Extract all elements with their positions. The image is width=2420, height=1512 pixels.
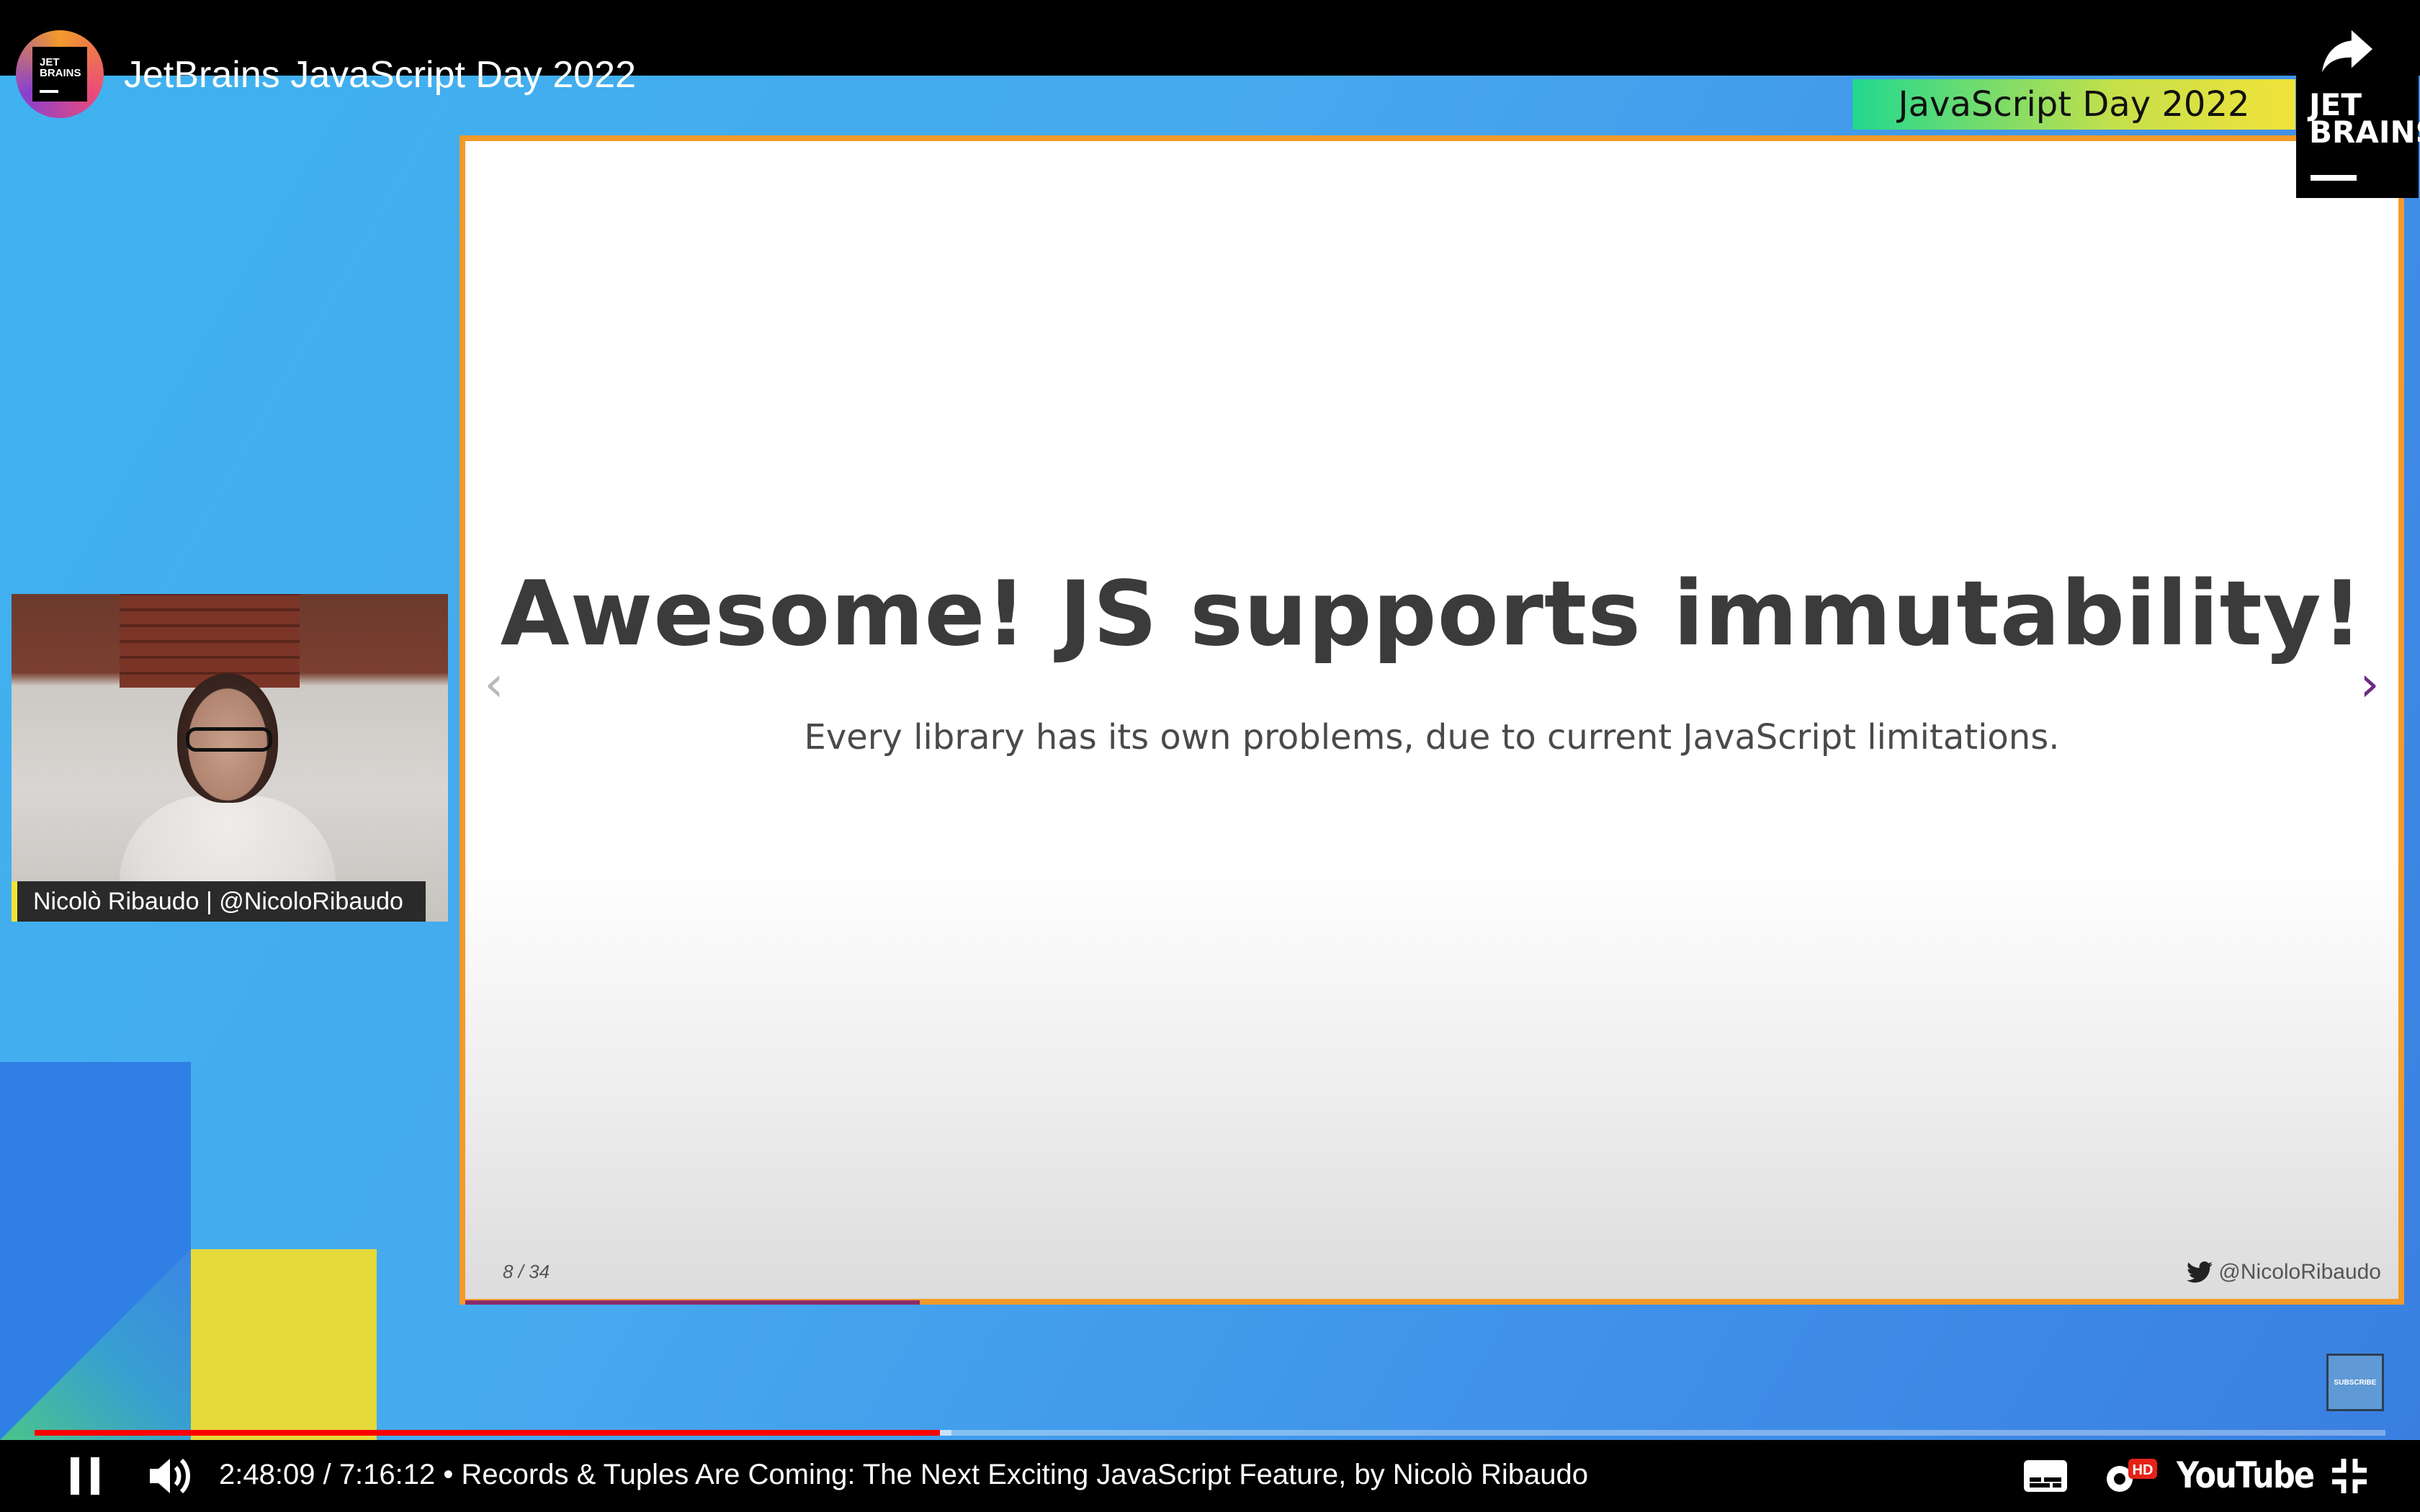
seek-bar[interactable] (35, 1430, 2385, 1436)
gear-icon: HD (2107, 1459, 2157, 1492)
duration: 7:16:12 (339, 1459, 436, 1490)
exit-fullscreen-button[interactable] (2322, 1453, 2377, 1499)
chapter-title[interactable]: • Records & Tuples Are Coming: The Next … (443, 1459, 1588, 1490)
slide-next-arrow-icon[interactable]: › (2355, 660, 2384, 710)
video-title[interactable]: JetBrains JavaScript Day 2022 (124, 53, 636, 96)
settings-button[interactable]: HD (2096, 1453, 2161, 1499)
pause-button[interactable] (62, 1453, 108, 1499)
jetbrains-logo: JETBRAINS (2296, 76, 2420, 198)
slide-progress-bar (465, 1300, 920, 1305)
current-time: 2:48:09 (219, 1459, 315, 1490)
video-stage[interactable]: Nicolò Ribaudo | @NicoloRibaudo ‹ Awesom… (0, 76, 2420, 1440)
volume-icon (150, 1458, 190, 1494)
subtitles-button[interactable] (2017, 1453, 2074, 1499)
share-icon[interactable] (2322, 29, 2372, 73)
pause-icon (71, 1457, 99, 1495)
player-controls: 2:48:09 / 7:16:12 • Records & Tuples Are… (0, 1440, 2420, 1512)
slide-prev-arrow-icon[interactable]: ‹ (480, 660, 508, 710)
hd-badge: HD (2133, 1462, 2154, 1478)
slide-counter: 8 / 34 (503, 1261, 550, 1282)
event-badge: JavaScript Day 2022 (1852, 79, 2295, 130)
speaker-name-label: Nicolò Ribaudo | @NicoloRibaudo (12, 881, 426, 922)
slide-twitter-handle: @NicoloRibaudo (2187, 1260, 2381, 1284)
subscribe-watermark[interactable]: SUBSCRIBE (2326, 1354, 2384, 1411)
slide-subtitle: Every library has its own problems, due … (804, 717, 2060, 757)
youtube-logo[interactable]: YouTube (2177, 1454, 2315, 1498)
twitter-handle-text: @NicoloRibaudo (2218, 1260, 2381, 1284)
speaker-camera: Nicolò Ribaudo | @NicoloRibaudo (12, 594, 448, 922)
presentation-slide: ‹ Awesome! JS supports immutability! Eve… (460, 135, 2404, 1305)
twitter-icon (2187, 1261, 2213, 1283)
time-separator: / (315, 1459, 339, 1490)
subtitles-icon (2024, 1460, 2067, 1492)
exit-fullscreen-icon (2332, 1459, 2367, 1493)
time-and-chapter: 2:48:09 / 7:16:12 • Records & Tuples Are… (219, 1459, 1588, 1491)
channel-avatar[interactable]: JET BRAINS (16, 30, 104, 118)
channel-logo: JET BRAINS (32, 47, 87, 102)
volume-button[interactable] (144, 1453, 202, 1499)
slide-title: Awesome! JS supports immutability! (500, 562, 2364, 666)
played-progress (35, 1430, 940, 1436)
decor-yellow-block (191, 1249, 377, 1440)
